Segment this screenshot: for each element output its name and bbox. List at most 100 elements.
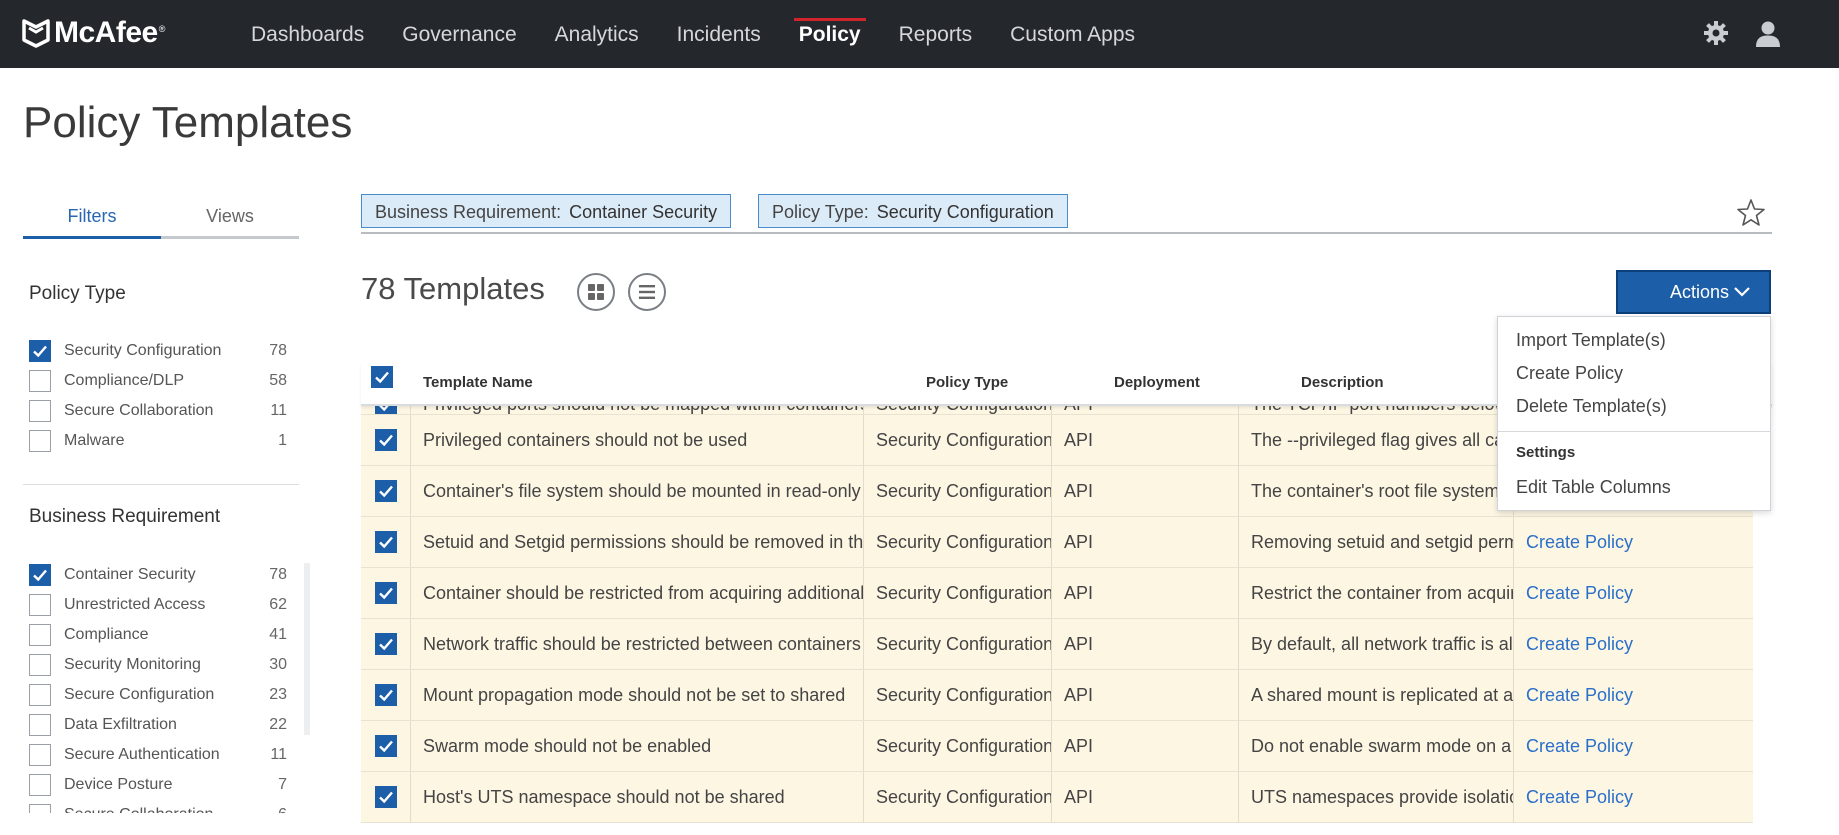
filter-count: 1	[278, 432, 287, 449]
filter-checkbox[interactable]	[29, 624, 51, 646]
filter-option-security-monitoring[interactable]: Security Monitoring 30	[29, 650, 287, 680]
filter-option-security-configuration[interactable]: Security Configuration 78	[29, 336, 287, 366]
filter-checkbox[interactable]	[29, 714, 51, 736]
row-checkbox[interactable]	[374, 582, 397, 604]
filter-scrollbar[interactable]	[304, 563, 310, 735]
filter-checkbox[interactable]	[29, 400, 51, 422]
filter-label: Data Exfiltration	[64, 716, 177, 733]
business-requirement-scroll[interactable]: Container Security 78 Unrestricted Access 6…	[0, 560, 310, 813]
row-checkbox[interactable]	[374, 684, 397, 706]
filter-checkbox[interactable]	[29, 594, 51, 616]
deployment-cell: API	[1052, 721, 1239, 771]
table-row[interactable]: Setuid and Setgid permissions should be …	[361, 517, 1753, 568]
grid-view-icon[interactable]	[577, 273, 615, 311]
filter-option-secure-configuration[interactable]: Secure Configuration 23	[29, 680, 287, 710]
filter-option-device-posture[interactable]: Device Posture 7	[29, 770, 287, 800]
filter-checkbox[interactable]	[29, 744, 51, 766]
filter-checkbox[interactable]	[29, 370, 51, 392]
template-name-cell[interactable]: Container's file system should be mounte…	[411, 466, 864, 516]
template-name-cell[interactable]: Swarm mode should not be enabled	[411, 721, 864, 771]
filter-divider	[23, 484, 299, 485]
gear-icon[interactable]	[1703, 20, 1729, 48]
mcafee-logo[interactable]: McAfee ®	[22, 16, 165, 50]
row-checkbox[interactable]	[374, 480, 397, 502]
create-policy-link[interactable]: Create Policy	[1514, 772, 1664, 822]
column-header-deployment[interactable]: Deployment	[1114, 374, 1200, 391]
actions-button[interactable]: Actions	[1616, 270, 1771, 314]
filter-checkbox[interactable]	[29, 340, 51, 362]
table-row[interactable]: Network traffic should be restricted bet…	[361, 619, 1753, 670]
table-row[interactable]: Container should be restricted from acqu…	[361, 568, 1753, 619]
filter-option-compliance[interactable]: Compliance 41	[29, 620, 287, 650]
menu-item-delete-templates[interactable]: Delete Template(s)	[1516, 396, 1667, 417]
tab-filters[interactable]: Filters	[23, 200, 161, 239]
nav-item-dashboards[interactable]: Dashboards	[232, 0, 383, 68]
filter-option-unrestricted-access[interactable]: Unrestricted Access 62	[29, 590, 287, 620]
filter-label: Compliance	[64, 626, 149, 643]
nav-item-policy[interactable]: Policy	[780, 0, 880, 68]
menu-item-import-templates[interactable]: Import Template(s)	[1516, 330, 1666, 351]
template-name-cell[interactable]: Host's UTS namespace should not be share…	[411, 772, 864, 822]
row-checkbox[interactable]	[374, 633, 397, 655]
chip-key: Business Requirement:	[375, 202, 562, 222]
user-icon[interactable]	[1755, 20, 1781, 48]
nav-item-reports[interactable]: Reports	[880, 0, 992, 68]
check-icon	[378, 434, 393, 447]
deployment-cell: API	[1052, 619, 1239, 669]
template-name-cell[interactable]: Container should be restricted from acqu…	[411, 568, 864, 618]
column-header-template-name[interactable]: Template Name	[423, 374, 533, 391]
table-row[interactable]: Host's UTS namespace should not be share…	[361, 772, 1753, 823]
row-checkbox[interactable]	[374, 429, 397, 451]
description-cell: Do not enable swarm mode on a docker eng…	[1239, 721, 1514, 771]
nav-item-custom-apps[interactable]: Custom Apps	[991, 0, 1154, 68]
filter-option-compliance-dlp[interactable]: Compliance/DLP 58	[29, 366, 287, 396]
filter-option-secure-collaboration[interactable]: Secure Collaboration 11	[29, 396, 287, 426]
nav-item-incidents[interactable]: Incidents	[658, 0, 780, 68]
filter-option-container-security[interactable]: Container Security 78	[29, 560, 287, 590]
filter-chip-policy-type[interactable]: Policy Type: Security Configuration	[758, 194, 1068, 228]
filter-option-secure-collaboration[interactable]: Secure Collaboration6	[29, 800, 287, 813]
filter-checkbox[interactable]	[29, 564, 51, 586]
menu-item-edit-table-columns[interactable]: Edit Table Columns	[1516, 477, 1671, 498]
filter-checkbox[interactable]	[29, 430, 51, 452]
menu-heading-settings: Settings	[1516, 444, 1576, 461]
row-checkbox[interactable]	[374, 735, 397, 757]
create-policy-link[interactable]: Create Policy	[1514, 721, 1664, 771]
star-icon[interactable]	[1736, 198, 1766, 228]
template-name-cell[interactable]: Privileged containers should not be used	[411, 415, 864, 465]
row-checkbox[interactable]	[374, 786, 397, 808]
nav-item-analytics[interactable]: Analytics	[536, 0, 658, 68]
policy-type-cell: Security Configuration	[864, 670, 1052, 720]
column-header-policy-type[interactable]: Policy Type	[926, 374, 1008, 391]
filter-option-secure-authentication[interactable]: Secure Authentication 11	[29, 740, 287, 770]
table-row[interactable]: Mount propagation mode should not be set…	[361, 670, 1753, 721]
filter-checkbox[interactable]	[29, 684, 51, 706]
create-policy-link[interactable]: Create Policy	[1514, 517, 1664, 567]
description-cell: A shared mount is replicated at all moun…	[1239, 670, 1514, 720]
create-policy-link[interactable]: Create Policy	[1514, 670, 1664, 720]
template-name-cell[interactable]: Mount propagation mode should not be set…	[411, 670, 864, 720]
filter-option-malware[interactable]: Malware 1	[29, 426, 287, 456]
business-requirement-filter-list: Container Security 78 Unrestricted Access 6…	[29, 560, 287, 813]
filter-checkbox[interactable]	[29, 774, 51, 796]
filter-chip-business-requirement[interactable]: Business Requirement: Container Security	[361, 194, 732, 228]
check-icon	[378, 791, 393, 804]
filter-option-data-exfiltration[interactable]: Data Exfiltration 22	[29, 710, 287, 740]
create-policy-link[interactable]: Create Policy	[1514, 568, 1664, 618]
tab-views[interactable]: Views	[161, 200, 299, 236]
filter-checkbox[interactable]	[29, 804, 51, 813]
filter-checkbox[interactable]	[29, 654, 51, 676]
select-all-checkbox[interactable]	[371, 366, 393, 388]
table-row[interactable]: Swarm mode should not be enabled Security…	[361, 721, 1753, 772]
template-name-cell[interactable]: Network traffic should be restricted bet…	[411, 619, 864, 669]
filter-count: 22	[269, 716, 287, 733]
check-icon	[378, 689, 393, 702]
list-view-icon[interactable]	[628, 273, 666, 311]
create-policy-link[interactable]: Create Policy	[1514, 619, 1664, 669]
template-name-cell[interactable]: Setuid and Setgid permissions should be …	[411, 517, 864, 567]
menu-item-create-policy[interactable]: Create Policy	[1516, 363, 1623, 384]
column-header-description[interactable]: Description	[1301, 374, 1384, 391]
filter-count: 78	[269, 342, 287, 359]
nav-item-governance[interactable]: Governance	[383, 0, 535, 68]
row-checkbox[interactable]	[374, 531, 397, 553]
